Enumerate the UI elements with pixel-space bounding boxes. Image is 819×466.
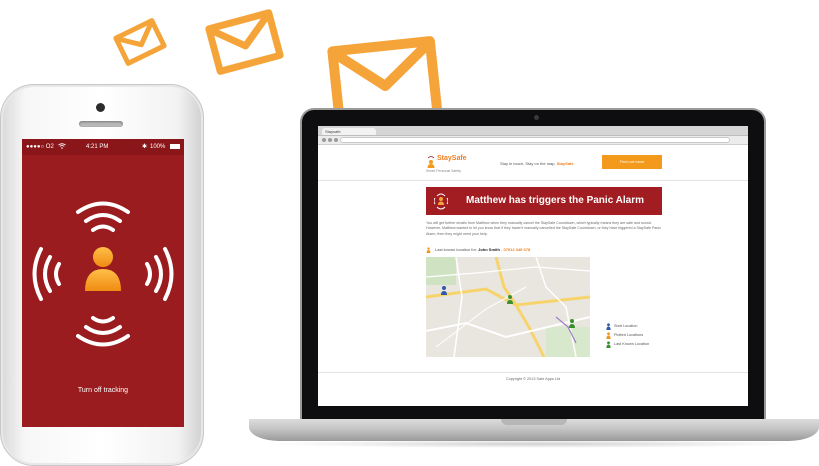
phone-speaker xyxy=(79,121,123,127)
laptop-shadow xyxy=(262,440,806,448)
site-logo-text[interactable]: StaySafe xyxy=(437,155,467,162)
legend-plotted-locations: Plotted Locations xyxy=(606,331,686,340)
browser-window: Staysafe StaySafe Smart Personal Safety … xyxy=(318,126,748,406)
laptop-base xyxy=(249,419,819,441)
site-tagline-text: Stay in touch, Stay on the map, xyxy=(500,161,557,166)
location-pin-icon xyxy=(426,247,431,253)
phone-status-bar: ●●●●○ O2 4:21 PM ✱ 100% xyxy=(22,139,184,155)
alert-title: Matthew has triggers the Panic Alarm xyxy=(466,195,645,206)
legend-plotted-label: Plotted Locations xyxy=(614,333,644,337)
last-known-phone[interactable]: 07912 345 678 xyxy=(503,247,530,252)
site-header: StaySafe Smart Personal Safety Stay in t… xyxy=(318,145,748,179)
footer-divider xyxy=(318,372,748,373)
last-known-location: Last known location for: John Smith - 07… xyxy=(426,247,530,253)
address-bar[interactable] xyxy=(340,137,730,143)
last-known-name: John Smith xyxy=(478,247,500,253)
site-tagline: Stay in touch, Stay on the map, StaySafe xyxy=(500,161,574,166)
wifi-icon xyxy=(58,139,66,155)
person-alarm-icon xyxy=(434,193,448,210)
phone-screen: ●●●●○ O2 4:21 PM ✱ 100% Turn off trackin… xyxy=(22,139,184,427)
panic-alarm-banner: Matthew has triggers the Panic Alarm xyxy=(426,187,662,215)
envelope-small-icon xyxy=(113,18,167,66)
iphone-device: ●●●●○ O2 4:21 PM ✱ 100% Turn off trackin… xyxy=(0,84,204,466)
site-tagline-brand: StaySafe xyxy=(556,161,574,166)
laptop-hinge-notch xyxy=(501,419,567,425)
status-time: 4:21 PM xyxy=(86,144,109,150)
header-divider xyxy=(318,180,748,181)
orange-pin-icon xyxy=(606,331,611,339)
battery-percent: 100% xyxy=(150,144,166,150)
reload-icon[interactable] xyxy=(334,138,338,142)
legend-last-known-location: Last Known Location xyxy=(606,340,686,349)
site-footer: Copyright © 2013 Safe Apps Ltd xyxy=(505,377,561,381)
laptop-camera xyxy=(534,115,539,120)
green-pin-icon xyxy=(606,340,611,348)
location-map[interactable] xyxy=(426,257,590,357)
last-known-label: Last known location for: xyxy=(435,247,479,253)
laptop-display: Staysafe StaySafe Smart Personal Safety … xyxy=(300,108,766,422)
bluetooth-icon: ✱ xyxy=(142,144,148,150)
browser-tab[interactable]: Staysafe xyxy=(322,128,376,135)
browser-toolbar xyxy=(318,136,748,145)
alert-body-text: You will get further emails from Matthew… xyxy=(426,221,662,236)
turn-off-tracking-button[interactable]: Turn off tracking xyxy=(22,387,184,394)
staysafe-logo-icon xyxy=(427,156,435,168)
browser-tab-bar: Staysafe xyxy=(318,126,748,136)
forward-arrow-icon[interactable] xyxy=(328,138,332,142)
legend-start-location: Start Location xyxy=(606,322,686,331)
site-logo-tagline: Smart Personal Safety xyxy=(426,169,462,173)
phone-camera xyxy=(96,103,105,112)
legend-last-known-label: Last Known Location xyxy=(614,342,650,346)
find-out-more-button[interactable]: Find out more xyxy=(602,155,662,169)
back-arrow-icon[interactable] xyxy=(322,138,326,142)
envelope-medium-icon xyxy=(205,9,284,75)
blue-pin-icon xyxy=(606,322,611,330)
carrier-signal: ●●●●○ O2 xyxy=(26,144,54,150)
person-broadcasting-icon xyxy=(32,201,174,347)
battery-icon xyxy=(170,144,180,149)
legend-start-label: Start Location xyxy=(614,324,638,328)
